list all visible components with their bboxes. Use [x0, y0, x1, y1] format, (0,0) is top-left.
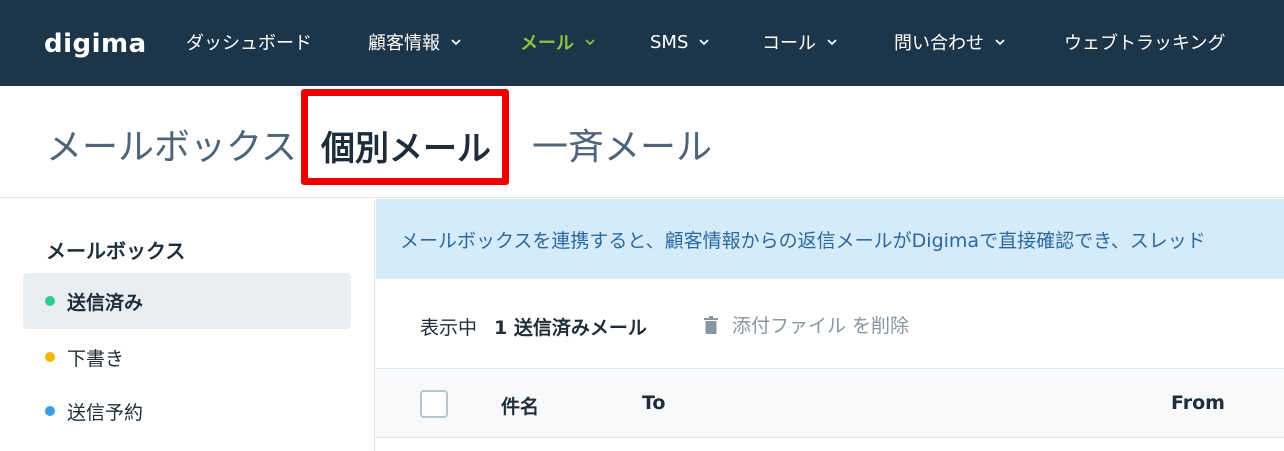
mail-list-toolbar: 表示中 1 送信済みメール 添付ファイル を削除 [376, 279, 1284, 369]
mailbox-sidebar: メールボックス 送信済み 下書き 送信予約 [0, 199, 375, 451]
nav-web-tracking-label: ウェブトラッキング [1064, 33, 1226, 54]
chevron-down-icon [826, 36, 838, 48]
tab-mailbox[interactable]: メールボックス [46, 118, 297, 170]
column-header-subject[interactable]: 件名 [501, 392, 539, 419]
delete-attachments-label: 添付ファイル を削除 [732, 315, 910, 337]
nav-dashboard-label: ダッシュボード [186, 33, 312, 54]
showing-label: 表示中 [420, 317, 478, 339]
highlight-annotation-box [301, 89, 509, 185]
sidebar-item-scheduled[interactable]: 送信予約 [23, 383, 351, 439]
nav-call[interactable]: コール [762, 28, 838, 56]
chevron-down-icon [584, 36, 596, 48]
nav-customers[interactable]: 顧客情報 [368, 28, 462, 56]
showing-count: 1 送信済みメール [494, 317, 647, 339]
status-dot-icon [45, 296, 55, 306]
digima-logo[interactable]: digima [44, 24, 147, 64]
sidebar-item-label: 送信予約 [67, 401, 144, 424]
logo-text: digima [44, 29, 147, 59]
nav-inquiry-label: 問い合わせ [894, 33, 984, 54]
sidebar-item-drafts[interactable]: 下書き [23, 329, 351, 385]
column-header-to[interactable]: To [642, 392, 666, 414]
delete-attachments-button[interactable]: 添付ファイル を削除 [704, 311, 909, 338]
info-banner-text: メールボックスを連携すると、顧客情報からの返信メールがDigimaで直接確認でき… [400, 230, 1206, 252]
status-dot-icon [45, 352, 55, 362]
top-navigation-bar: digima ダッシュボード 顧客情報 メール SMS コール 問い合わせ ウェ… [0, 0, 1284, 86]
nav-call-label: コール [762, 33, 816, 54]
nav-customers-label: 顧客情報 [368, 33, 440, 54]
tab-bulk-mail[interactable]: 一斉メール [532, 118, 712, 170]
mail-table-header: 件名 To From [376, 370, 1284, 438]
chevron-down-icon [994, 36, 1006, 48]
nav-sms[interactable]: SMS [650, 28, 710, 56]
status-dot-icon [45, 406, 55, 416]
select-all-checkbox[interactable] [420, 390, 448, 418]
mail-tabs: メールボックス 個別メール 一斉メール [0, 86, 1284, 198]
nav-web-tracking[interactable]: ウェブトラッキング [1064, 28, 1225, 56]
sidebar-heading: メールボックス [46, 239, 186, 263]
sidebar-item-label: 送信済み [67, 291, 144, 314]
nav-mail-label: メール [520, 33, 574, 54]
nav-dashboard[interactable]: ダッシュボード [186, 28, 312, 56]
sidebar-item-label: 下書き [67, 347, 125, 370]
trash-icon [704, 315, 718, 334]
chevron-down-icon [450, 36, 462, 48]
column-header-from[interactable]: From [1171, 392, 1225, 414]
nav-inquiry[interactable]: 問い合わせ [894, 28, 1006, 56]
sidebar-item-sent[interactable]: 送信済み [23, 273, 351, 329]
chevron-down-icon [698, 36, 710, 48]
nav-mail[interactable]: メール [520, 28, 596, 56]
nav-sms-label: SMS [650, 31, 689, 53]
info-banner: メールボックスを連携すると、顧客情報からの返信メールがDigimaで直接確認でき… [376, 199, 1284, 279]
